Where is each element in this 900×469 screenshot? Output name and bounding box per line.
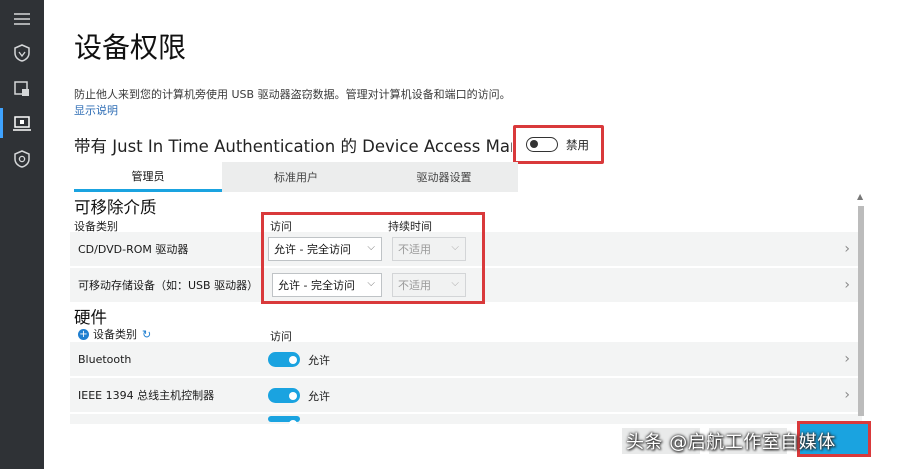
device-row-ieee1394[interactable]: IEEE 1394 总线主机控制器 允许 ›: [70, 378, 862, 412]
jit-toggle-switch[interactable]: [526, 137, 558, 152]
refresh-icon[interactable]: ↻: [142, 328, 151, 341]
hardware-section-title: 硬件: [74, 308, 107, 327]
nav-item-settings[interactable]: [0, 140, 44, 178]
show-info-link[interactable]: 显示说明: [74, 102, 118, 118]
device-row-bluetooth[interactable]: Bluetooth 允许 ›: [70, 342, 862, 376]
chevron-right-icon[interactable]: ›: [844, 351, 850, 367]
device-row-label: 可移动存储设备（如：USB 驱动器）: [78, 279, 259, 292]
bluetooth-toggle[interactable]: [268, 352, 300, 367]
device-row-label: CD/DVD-ROM 驱动器: [78, 243, 189, 256]
page-title: 设备权限: [74, 31, 187, 64]
jit-toggle-highlight: 禁用: [513, 125, 604, 164]
device-row-label: Bluetooth: [78, 352, 132, 366]
partial-row-toggle[interactable]: [268, 416, 300, 424]
plus-circle-icon: +: [78, 328, 89, 340]
add-category-label: 设备类别: [93, 328, 137, 341]
ieee1394-toggle[interactable]: [268, 388, 300, 403]
chevron-right-icon[interactable]: ›: [844, 387, 850, 403]
watermark-text: 头条 @启航工作室自媒体: [626, 432, 836, 453]
access-highlight-box: [261, 212, 485, 304]
nav-rail: [0, 0, 44, 469]
settings-shield-icon: [14, 150, 30, 168]
user-tabs: 管理员 标准用户 驱动器设置: [74, 162, 518, 192]
jit-setting-label: 带有 Just In Time Authentication 的 Device …: [74, 137, 512, 156]
menu-button[interactable]: [0, 0, 44, 38]
chevron-right-icon[interactable]: ›: [844, 241, 850, 257]
app-browser-lock-icon: [14, 81, 29, 96]
tab-drive-settings[interactable]: 驱动器设置: [370, 162, 518, 192]
nav-item-virus-protection[interactable]: [0, 34, 44, 72]
content-panel: 可移除介质 设备类别 访问 持续时间 CD/DVD-ROM 驱动器 允许 - 完…: [66, 192, 866, 424]
tab-admin[interactable]: 管理员: [74, 162, 222, 192]
page-description: 防止他人来到您的计算机旁使用 USB 驱动器盗窃数据。管理对计算机设备和端口的访…: [74, 88, 511, 101]
scroll-up-icon[interactable]: ▲: [857, 192, 863, 201]
scrollbar-thumb[interactable]: [858, 206, 864, 416]
device-security-icon: [13, 116, 31, 131]
tab-standard-user[interactable]: 标准用户: [222, 162, 370, 192]
content-scrollbar[interactable]: ▲: [856, 192, 866, 424]
chevron-right-icon[interactable]: ›: [844, 277, 850, 293]
ieee1394-toggle-label: 允许: [308, 390, 330, 403]
add-category-button[interactable]: + 设备类别 ↻: [78, 326, 151, 342]
jit-toggle-label: 禁用: [566, 137, 589, 152]
menu-icon: [14, 13, 30, 25]
nav-item-app-control[interactable]: [0, 70, 44, 108]
shield-heart-icon: [14, 44, 30, 62]
device-row-partial[interactable]: [70, 414, 862, 424]
removable-section-title: 可移除介质: [74, 198, 157, 217]
bluetooth-toggle-label: 允许: [308, 354, 330, 367]
device-row-label: IEEE 1394 总线主机控制器: [78, 389, 215, 402]
nav-item-device-security[interactable]: [0, 104, 44, 142]
